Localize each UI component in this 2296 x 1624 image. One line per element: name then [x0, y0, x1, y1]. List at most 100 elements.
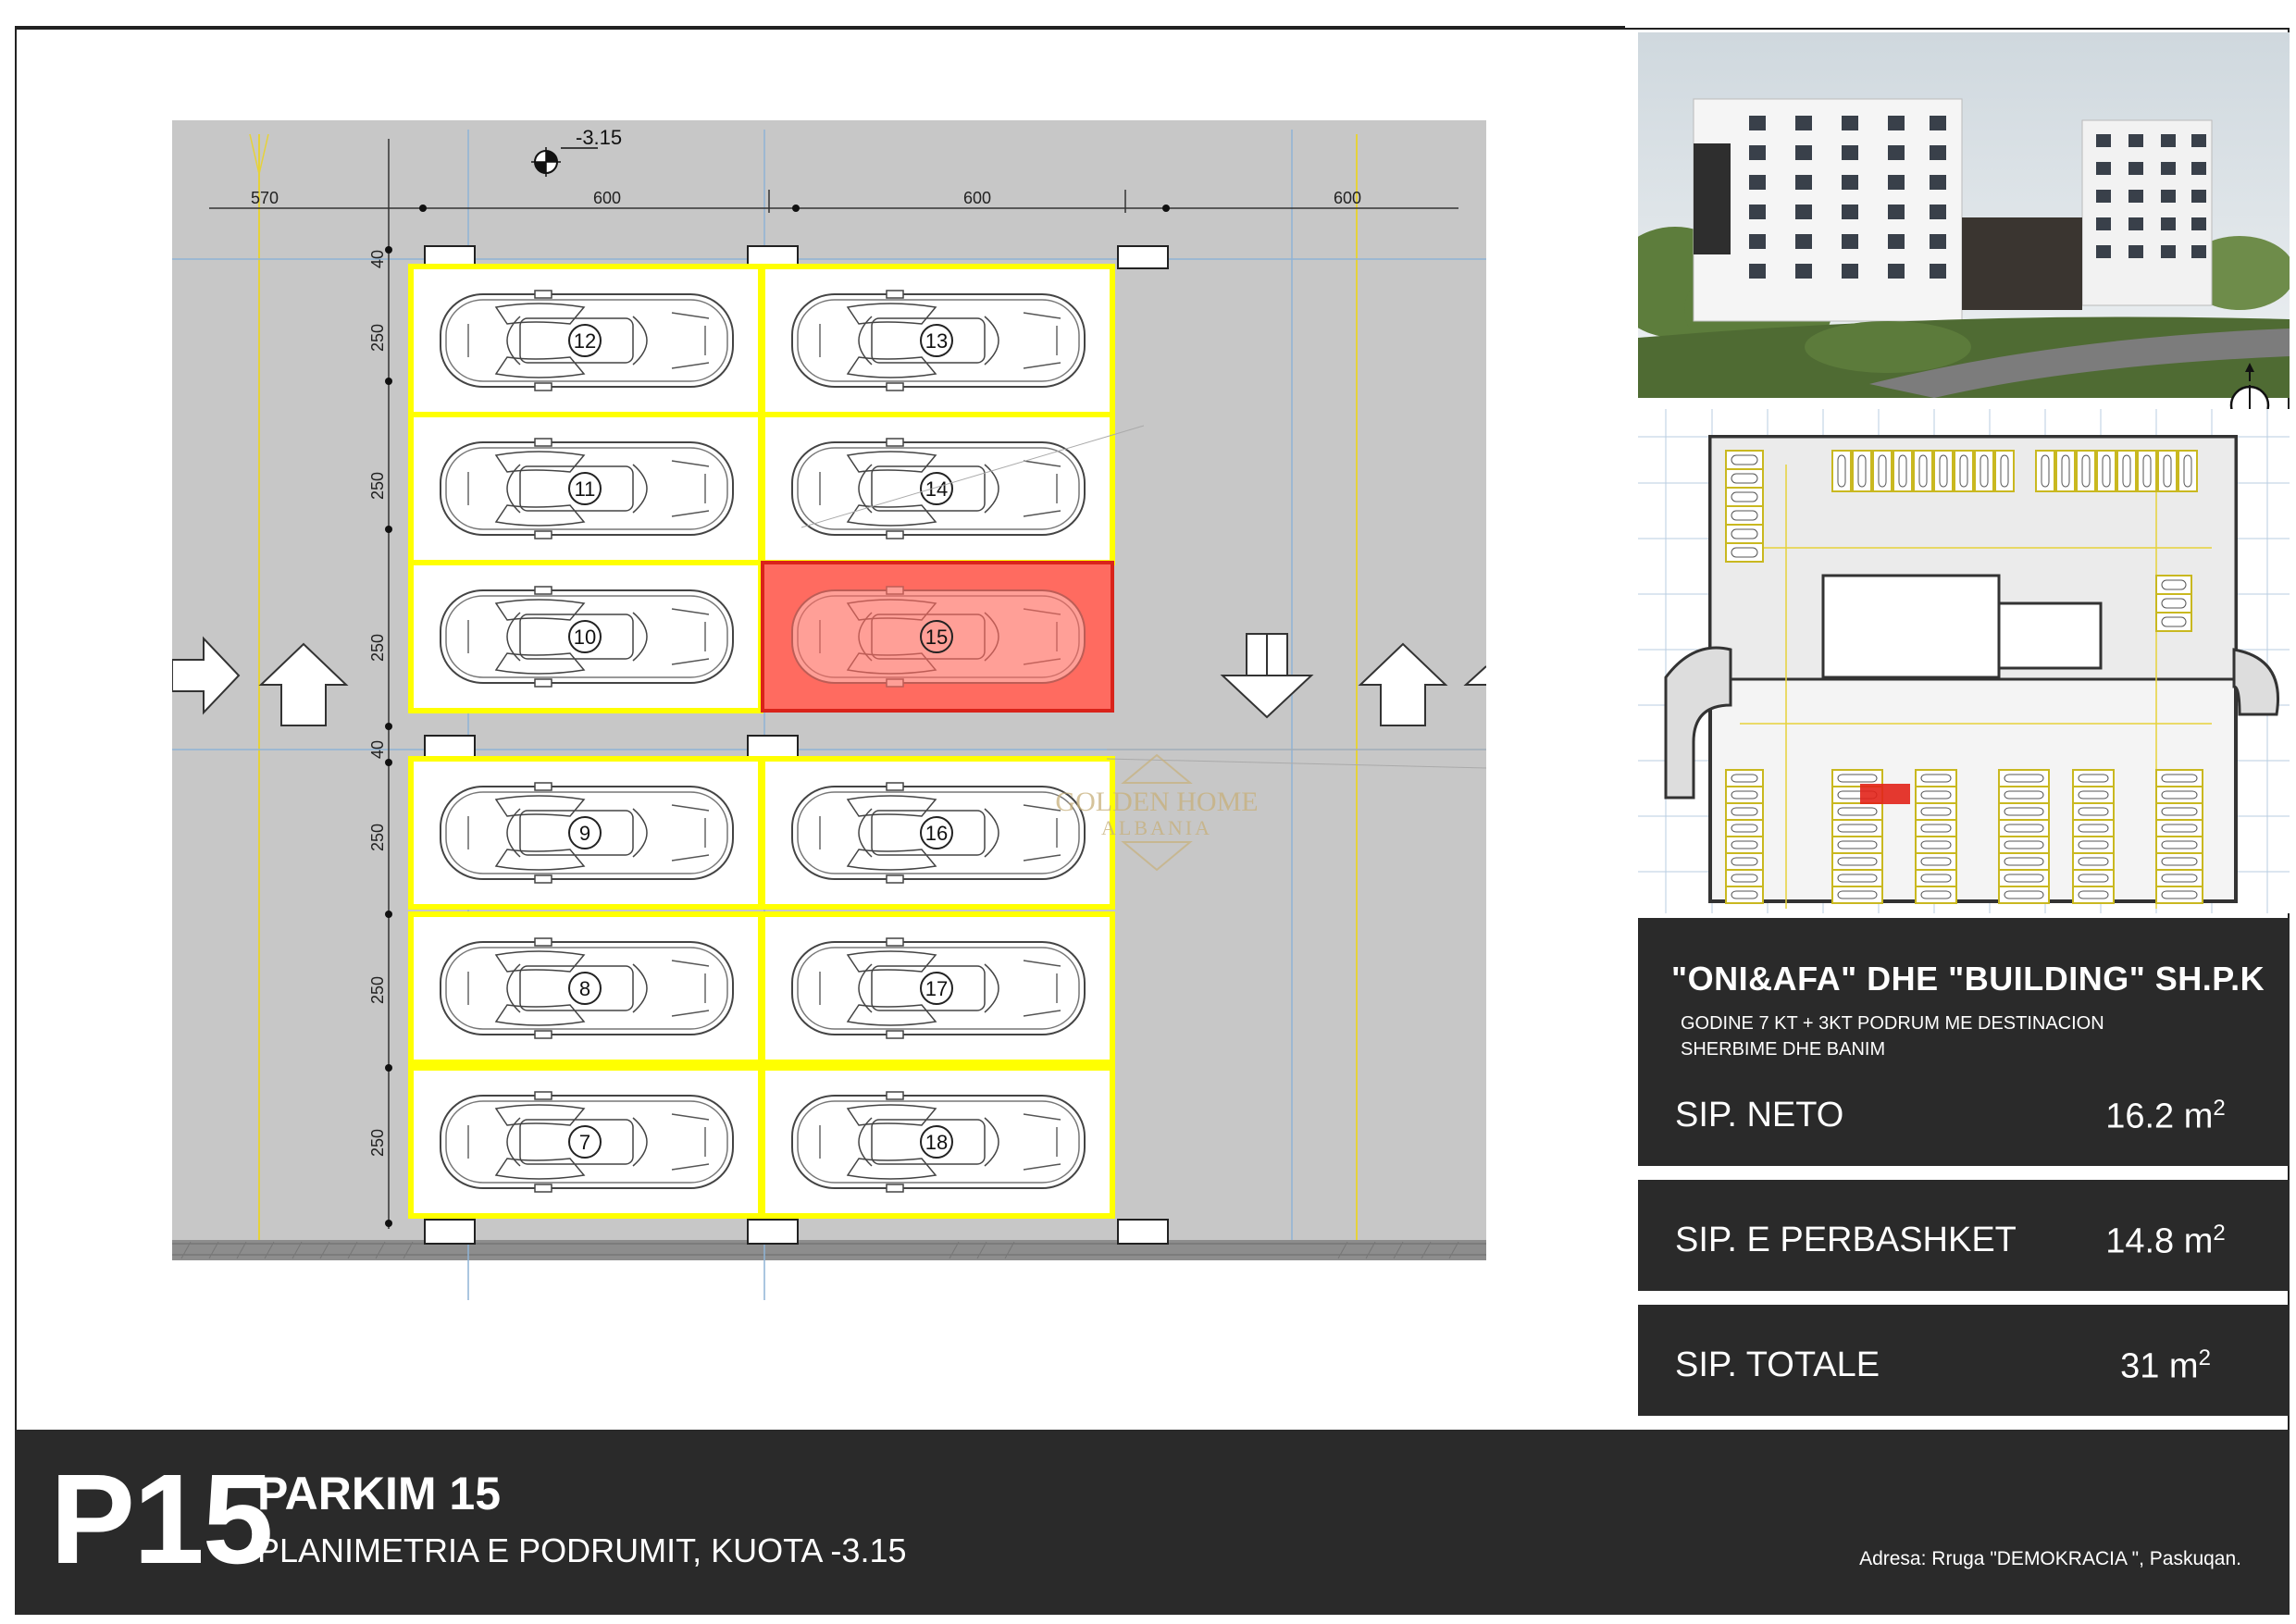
key-plan-bay: [1831, 450, 1852, 492]
key-plan-bay: [1998, 819, 2050, 837]
dim-top-2: 600: [593, 189, 621, 207]
key-plan-bay: [1852, 450, 1872, 492]
dim-top-4: 600: [1334, 189, 1361, 207]
spot-number: 8: [579, 977, 590, 1000]
row-dimension-4: 250: [368, 824, 387, 851]
key-plan-bay: [1998, 886, 2050, 904]
gap-dimension-mid: 40: [368, 740, 387, 759]
spot-number: 7: [579, 1131, 590, 1154]
level-marker-label: -3.15: [576, 126, 622, 149]
key-plan-bay: [2096, 450, 2116, 492]
spot-number: 13: [925, 329, 948, 353]
key-plan-bay: [1974, 450, 1994, 492]
parking-bay-18[interactable]: 18: [760, 1065, 1115, 1219]
area-common-row: SIP. E PERBASHKET 14.8 m2: [1638, 1180, 2290, 1291]
watermark: GOLDEN HOME ALBANIA: [1009, 750, 1305, 879]
area-total-row: SIP. TOTALE 31 m2: [1638, 1305, 2290, 1416]
key-plan-bay: [1893, 450, 1913, 492]
key-plan-bay: [1998, 802, 2050, 821]
key-plan-bay: [2155, 852, 2203, 871]
key-plan-bay: [1954, 450, 1974, 492]
spot-number: 12: [574, 329, 596, 353]
spot-number: 10: [574, 626, 596, 649]
key-plan-bay: [2072, 852, 2115, 871]
plan-subtitle: PLANIMETRIA E PODRUMIT, KUOTA -3.15: [257, 1531, 907, 1569]
key-plan-bay: [2137, 450, 2157, 492]
key-plan-bay: [2155, 786, 2203, 804]
key-plan-bay: [1915, 786, 1957, 804]
key-plan-bay: [2155, 886, 2203, 904]
dim-top-3: 600: [963, 189, 991, 207]
area-neto-row: SIP. NETO 16.2 m2: [1638, 1055, 2290, 1166]
key-plan-bay: [1933, 450, 1954, 492]
key-plan-bay: [2155, 802, 2203, 821]
key-plan-bay: [1872, 450, 1893, 492]
key-plan-bay: [1915, 886, 1957, 904]
key-plan-bay: [2155, 769, 2203, 787]
key-plan-bay: [1998, 852, 2050, 871]
key-plan-bay: [1831, 802, 1883, 821]
building-render: [1638, 32, 2290, 398]
parking-bay-12[interactable]: 12: [408, 264, 763, 417]
key-plan-bay: [2072, 836, 2115, 854]
address: Adresa: Rruga "DEMOKRACIA ", Paskuqan.: [1859, 1548, 2241, 1569]
key-plan-bay: [2072, 769, 2115, 787]
key-plan-bay: [2155, 869, 2203, 887]
area-value: 31 m2: [2120, 1345, 2211, 1386]
key-plan-bay: [1998, 769, 2050, 787]
project-info: "ONI&AFA" DHE "BUILDING" SH.P.K GODINE 7…: [1638, 918, 2290, 1073]
parking-bay-15[interactable]: 15: [761, 561, 1114, 713]
key-plan-bay: [1913, 450, 1933, 492]
row-dimension-3: 250: [368, 634, 387, 662]
key-plan-bay: [2157, 450, 2178, 492]
key-plan-bay: [2072, 869, 2115, 887]
area-label: SIP. NETO: [1675, 1096, 1844, 1134]
spot-number: 14: [925, 477, 948, 501]
title-block: P15 PARKIM 15 PLANIMETRIA E PODRUMIT, KU…: [15, 1430, 2290, 1615]
spot-number: 15: [925, 626, 948, 649]
key-plan-bay: [2116, 450, 2137, 492]
key-plan-bay: [1831, 886, 1883, 904]
watermark-line2: ALBANIA: [1101, 816, 1212, 839]
spot-number: 18: [925, 1131, 948, 1154]
area-value: 16.2 m2: [2105, 1096, 2226, 1136]
key-plan-bay: [2072, 802, 2115, 821]
watermark-line1: GOLDEN HOME: [1055, 787, 1258, 817]
key-plan-bay: [1915, 819, 1957, 837]
key-plan-bay: [2155, 836, 2203, 854]
parking-bay-11[interactable]: 11: [408, 412, 763, 565]
parking-bay-8[interactable]: 8: [408, 911, 763, 1065]
key-plan-bay: [1831, 836, 1883, 854]
key-plan-bay: [1998, 869, 2050, 887]
key-plan-bay: [1915, 852, 1957, 871]
key-plan-bay: [1915, 769, 1957, 787]
area-label: SIP. TOTALE: [1675, 1345, 1880, 1384]
parking-bay-9[interactable]: 9: [408, 756, 763, 910]
parking-bay-13[interactable]: 13: [760, 264, 1115, 417]
spot-number: 9: [579, 822, 590, 845]
spot-title: PARKIM 15: [257, 1468, 502, 1519]
key-plan-bay: [2072, 786, 2115, 804]
key-plan-bay: [2035, 450, 2055, 492]
key-plan-bay: [1831, 869, 1883, 887]
parking-bay-10[interactable]: 10: [408, 560, 763, 713]
spot-number: 16: [925, 822, 948, 845]
row-dimension-1: 250: [368, 324, 387, 352]
row-dimension-6: 250: [368, 1129, 387, 1157]
area-value: 14.8 m2: [2105, 1221, 2226, 1261]
company-name: "ONI&AFA" DHE "BUILDING" SH.P.K: [1671, 960, 2265, 998]
key-plan-bay: [2072, 819, 2115, 837]
key-plan-bay: [1915, 802, 1957, 821]
gap-dimension-top: 40: [368, 250, 387, 268]
key-plan-bay: [1915, 836, 1957, 854]
parking-bay-14[interactable]: 14: [760, 412, 1115, 565]
parking-bay-17[interactable]: 17: [760, 911, 1115, 1065]
key-plan-bay: [1915, 869, 1957, 887]
key-plan-bay: [1998, 836, 2050, 854]
dim-top-1: 570: [251, 189, 279, 207]
key-plan-bay: [2155, 819, 2203, 837]
key-plan-bay: [1831, 852, 1883, 871]
key-plan-bay: [1994, 450, 2015, 492]
parking-bay-7[interactable]: 7: [408, 1065, 763, 1219]
area-label: SIP. E PERBASHKET: [1675, 1221, 2017, 1259]
